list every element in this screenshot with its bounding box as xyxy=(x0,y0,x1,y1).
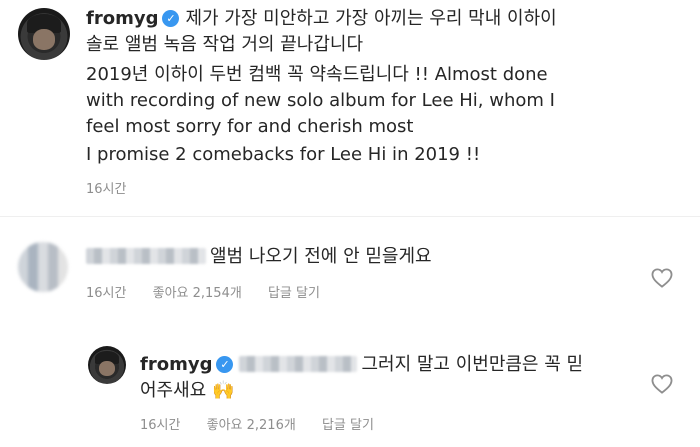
comment-2-reply-button[interactable]: 답글 달기 xyxy=(322,418,374,433)
reply-username[interactable]: fromyg xyxy=(140,354,212,375)
comment-2-likes[interactable]: 좋아요 2,216개 xyxy=(207,418,296,433)
verified-badge-icon: ✓ xyxy=(216,356,234,373)
caption-line-6: I promise 2 comebacks for Lee Hi in 2019… xyxy=(86,144,481,165)
avatar-commenter[interactable] xyxy=(18,242,68,292)
commenter-username-blurred[interactable] xyxy=(86,248,206,264)
caption-line-5: feel most sorry for and cherish most xyxy=(86,116,414,137)
divider xyxy=(0,216,700,217)
comment-1-text: 앨범 나오기 전에 안 믿을게요 xyxy=(210,246,432,267)
comment-2-timestamp[interactable]: 16시간 xyxy=(140,418,180,433)
avatar-fromyg-reply[interactable] xyxy=(88,346,126,384)
caption-line-2: 솔로 앨범 녹음 작업 거의 끝나갑니다 xyxy=(86,34,364,55)
verified-badge-icon: ✓ xyxy=(162,10,180,27)
comment-2: fromyg ✓ 그러지 말고 이번만큼은 꼭 믿 어주새요 🙌 16시간 좋아요 … xyxy=(140,352,640,433)
heart-icon[interactable] xyxy=(651,374,673,394)
caption-line-4: with recording of new solo album for Lee… xyxy=(86,90,555,111)
comment-2-text-line-2: 어주새요 🙌 xyxy=(140,380,235,401)
caption-line-3: 2019년 이하이 두번 컴백 꼭 약속드립니다 !! Almost done xyxy=(86,64,548,85)
post-caption: fromyg ✓ 제가 가장 미안하고 가장 아끼는 우리 막내 이하이 솔로 앨범… xyxy=(86,6,686,197)
post-username[interactable]: fromyg xyxy=(86,8,158,29)
comment-1-timestamp[interactable]: 16시간 xyxy=(86,286,126,301)
post-timestamp[interactable]: 16시간 xyxy=(86,182,126,197)
avatar-fromyg[interactable] xyxy=(18,8,70,60)
comment-1-likes[interactable]: 좋아요 2,154개 xyxy=(153,286,242,301)
comment-1-reply-button[interactable]: 답글 달기 xyxy=(268,286,320,301)
heart-icon[interactable] xyxy=(651,268,673,288)
comment-1: 앨범 나오기 전에 안 믿을게요 16시간 좋아요 2,154개 답글 달기 xyxy=(86,244,626,301)
caption-line-1: 제가 가장 미안하고 가장 아끼는 우리 막내 이하이 xyxy=(185,8,557,29)
mentioned-username-blurred[interactable] xyxy=(239,356,358,372)
comment-2-text-line-1: 그러지 말고 이번만큼은 꼭 믿 xyxy=(361,354,584,375)
